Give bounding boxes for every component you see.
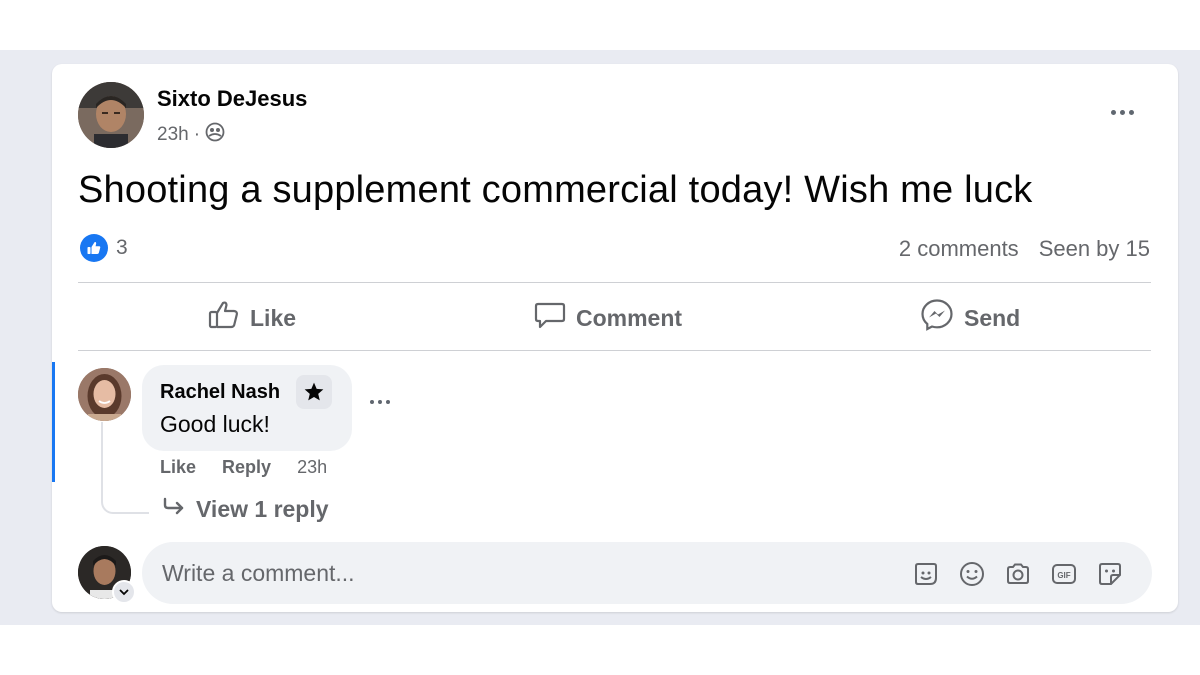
messenger-icon bbox=[920, 298, 954, 338]
comment-input[interactable] bbox=[160, 552, 904, 594]
divider bbox=[78, 282, 1151, 283]
comment-time[interactable]: 23h bbox=[297, 457, 327, 478]
seen-by[interactable]: Seen by 15 bbox=[1039, 236, 1150, 262]
send-button[interactable]: Send bbox=[920, 298, 1021, 338]
gif-icon[interactable]: GIF bbox=[1048, 558, 1080, 590]
view-replies-label: View 1 reply bbox=[196, 496, 329, 522]
friends-icon bbox=[205, 122, 225, 148]
thumbs-up-icon bbox=[208, 300, 240, 336]
commenter-avatar[interactable] bbox=[78, 368, 131, 421]
reply-arrow-icon bbox=[162, 496, 186, 523]
thread-highlight-bar bbox=[52, 362, 55, 482]
view-replies-button[interactable]: View 1 reply bbox=[162, 496, 329, 523]
like-icon bbox=[80, 234, 108, 262]
thread-connector bbox=[101, 422, 149, 514]
chevron-down-icon[interactable] bbox=[112, 580, 136, 604]
comment-actions: Like Reply 23h bbox=[160, 457, 327, 478]
reaction-count: 3 bbox=[116, 236, 128, 259]
camera-icon[interactable] bbox=[1002, 558, 1034, 590]
post-card: Sixto DeJesus 23h · Shooting a supplemen… bbox=[52, 64, 1178, 612]
dot-icon bbox=[370, 400, 374, 404]
commenter-name[interactable]: Rachel Nash bbox=[160, 381, 280, 404]
send-label: Send bbox=[964, 304, 1021, 331]
meta-separator: · bbox=[193, 124, 201, 145]
comment-more-button[interactable] bbox=[370, 400, 390, 404]
comment-bubble: Rachel Nash Good luck! bbox=[142, 365, 352, 451]
comment-label: Comment bbox=[576, 304, 683, 331]
dot-icon bbox=[386, 400, 390, 404]
post-stats: 2 comments Seen by 15 bbox=[899, 236, 1150, 262]
like-button[interactable]: Like bbox=[208, 300, 296, 336]
dot-icon bbox=[1110, 109, 1116, 115]
author-name[interactable]: Sixto DeJesus bbox=[157, 86, 307, 112]
svg-text:GIF: GIF bbox=[1057, 571, 1070, 580]
like-label: Like bbox=[250, 304, 297, 331]
comment-reply-link[interactable]: Reply bbox=[222, 457, 271, 478]
divider bbox=[78, 350, 1151, 351]
post-more-button[interactable] bbox=[1104, 100, 1140, 124]
star-icon[interactable] bbox=[296, 375, 332, 409]
comments-count[interactable]: 2 comments bbox=[899, 236, 1019, 262]
dot-icon bbox=[1119, 109, 1125, 115]
comment-text: Good luck! bbox=[160, 411, 270, 437]
dot-icon bbox=[378, 400, 382, 404]
avatar-sticker-icon[interactable] bbox=[910, 558, 942, 590]
sticker-icon[interactable] bbox=[1094, 558, 1126, 590]
comment-icon bbox=[534, 300, 566, 336]
reactions-summary[interactable]: 3 bbox=[80, 234, 128, 262]
post-meta: 23h · bbox=[157, 122, 225, 148]
dot-icon bbox=[1128, 109, 1134, 115]
comment-composer: GIF bbox=[142, 542, 1152, 604]
post-time[interactable]: 23h bbox=[157, 124, 189, 146]
author-avatar[interactable] bbox=[78, 82, 144, 148]
comment-button[interactable]: Comment bbox=[534, 300, 682, 336]
emoji-icon[interactable] bbox=[956, 558, 988, 590]
post-text: Shooting a supplement commercial today! … bbox=[78, 169, 1033, 211]
comment-like-link[interactable]: Like bbox=[160, 457, 196, 478]
